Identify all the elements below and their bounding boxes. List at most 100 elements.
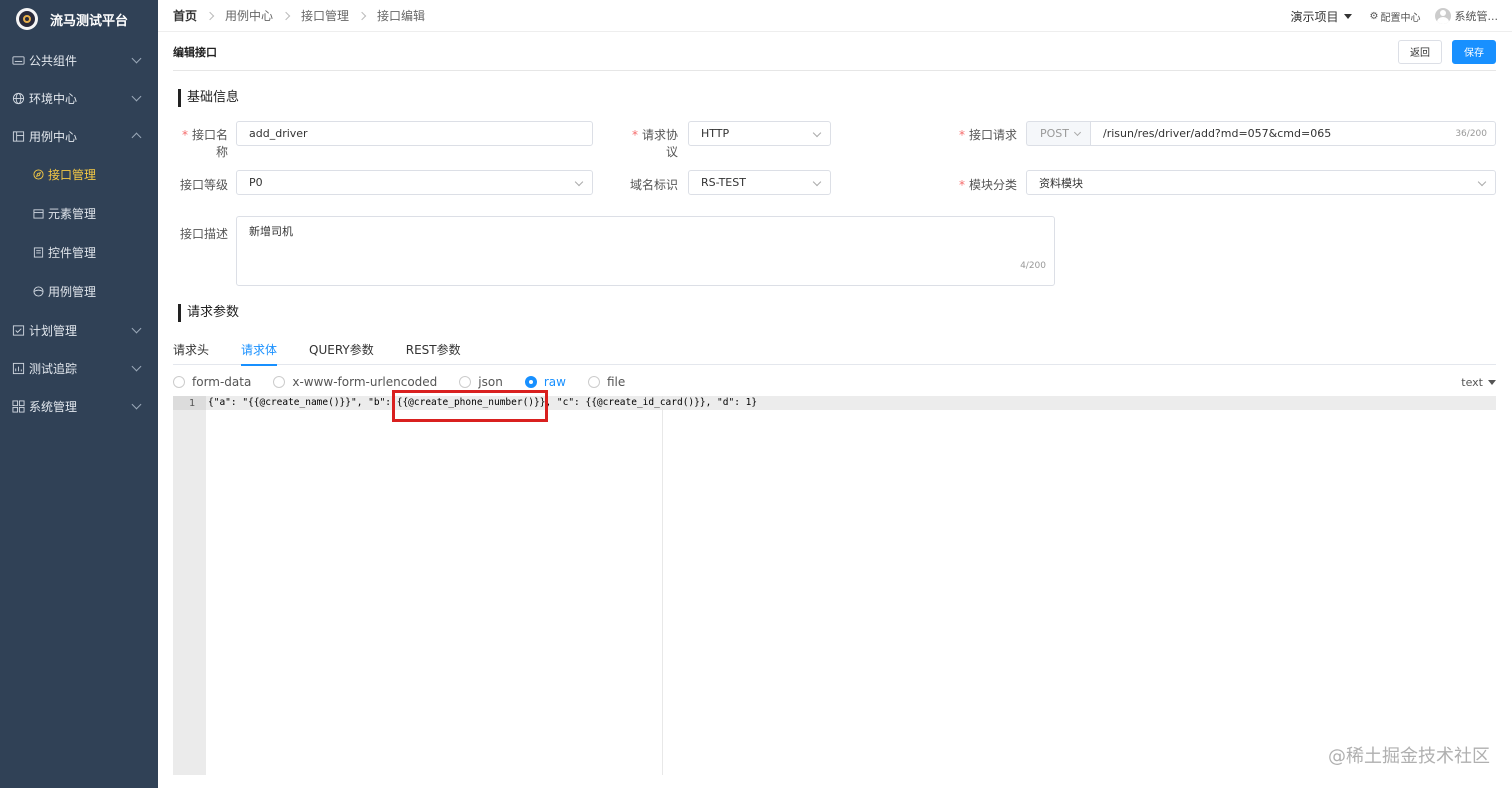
method-select[interactable]: POST [1026,121,1090,146]
required-asterisk: * [958,178,965,192]
module-value: 资料模块 [1039,176,1083,190]
module-label: * 模块分类 [958,176,1017,193]
topbar-right: 演示项目 ⚙ 配置中心 系统管... [1291,0,1498,32]
radio-circle [587,376,600,388]
module-label-text: 模块分类 [968,178,1017,192]
url-input[interactable]: /risun/res/driver/add?md=057&cmd=065 36/2… [1090,121,1496,146]
tab-body[interactable]: 请求体 [241,334,278,366]
caret-down-icon [1488,380,1496,385]
save-button[interactable]: 保存 [1452,39,1496,64]
sidebar-item-label: 公共组件 [29,53,78,68]
globe-icon [12,92,25,104]
code-editor[interactable]: 1 {"a": "{{@create_name()}}", "b": {{@cr… [173,396,1496,775]
user-menu[interactable]: 系统管... [1434,8,1499,24]
brand[interactable]: 流马测试平台 [0,0,158,38]
required-asterisk: * [181,128,188,142]
chevron-down-icon [574,177,584,187]
chevron-down-icon [131,91,142,102]
user-name: 系统管... [1454,10,1499,23]
level-select[interactable]: P0 [236,170,593,195]
sidebar: 流马测试平台 公共组件 环境中心 用例中心 接口管理 元素管理 控件管理 用例管… [0,0,158,788]
layout-icon [12,130,25,142]
sidebar-item-case-center[interactable]: 用例中心 [0,117,158,155]
config-center-link[interactable]: ⚙ 配置中心 [1370,9,1421,24]
print-margin [662,396,663,775]
radio-urlencoded[interactable]: x-www-form-urlencoded [273,375,437,389]
sidebar-item-env-center[interactable]: 环境中心 [0,79,158,117]
required-asterisk: * [958,128,965,142]
breadcrumb-api-management[interactable]: 接口管理 [301,7,349,24]
radio-form-data[interactable]: form-data [173,375,251,389]
desc-label: 接口描述 [179,227,228,241]
protocol-value: HTTP [701,127,730,140]
radio-circle [273,376,286,388]
api-name-value: add_driver [249,127,308,140]
annotation-highlight-box [392,390,548,422]
back-button[interactable]: 返回 [1398,39,1442,64]
report-icon [12,362,25,374]
breadcrumb-home[interactable]: 首页 [173,7,197,24]
radio-label: file [606,375,626,389]
sidebar-subitem-control-management[interactable]: 控件管理 [0,233,158,272]
caret-down-icon [1343,13,1352,19]
sidebar-subitem-case-management[interactable]: 用例管理 [0,272,158,311]
watermark: @稀土掘金技术社区 [1328,746,1490,767]
radio-label: form-data [192,375,252,389]
chevron-right-icon [281,11,291,20]
avatar-icon [1434,8,1451,24]
request-params-title: 请求参数 [178,304,239,322]
chevron-right-icon [357,11,367,20]
module-select[interactable]: 资料模块 [1026,170,1496,195]
project-selector[interactable]: 演示项目 [1291,8,1352,25]
project-name: 演示项目 [1290,9,1339,24]
chevron-down-icon [131,399,142,410]
chevron-down-icon [1477,177,1487,187]
radio-json[interactable]: json [459,375,503,389]
radio-circle [173,376,185,388]
required-asterisk: * [631,128,638,142]
sidebar-item-plan-management[interactable]: 计划管理 [0,311,158,349]
domain-value: RS-TEST [701,176,746,189]
line-number: 1 [188,398,195,409]
tab-query[interactable]: QUERY参数 [309,334,374,365]
tab-headers[interactable]: 请求头 [173,334,209,365]
editor-mode-select[interactable]: text [1461,376,1496,389]
page-header: 编辑接口 返回 保存 [173,33,1496,71]
config-center-label: 配置中心 [1380,12,1421,24]
radio-label: raw [543,375,566,389]
app-title: 流马测试平台 [50,13,129,29]
level-value: P0 [249,176,263,189]
editor-gutter [173,396,206,775]
chevron-down-icon [131,361,142,372]
document-icon [33,247,44,258]
radio-label: json [478,375,503,389]
tab-rest[interactable]: REST参数 [406,334,461,365]
radio-file[interactable]: file [587,375,626,389]
param-tabs: 请求头 请求体 QUERY参数 REST参数 [173,334,1496,366]
basic-info-title: 基础信息 [178,89,239,107]
sidebar-subitem-label: 控件管理 [48,246,97,260]
sidebar-subitem-label: 元素管理 [48,207,97,221]
sidebar-item-system-management[interactable]: 系统管理 [0,387,158,425]
api-name-input[interactable]: add_driver [236,121,593,146]
basketball-icon [33,286,44,297]
breadcrumb-case-center[interactable]: 用例中心 [225,7,273,24]
protocol-select[interactable]: HTTP [688,121,831,146]
url-value: /risun/res/driver/add?md=057&cmd=065 [1103,127,1332,140]
desc-textarea[interactable]: 新增司机 4/200 [236,216,1055,286]
keyboard-icon [12,55,25,65]
radio-label: x-www-form-urlencoded [292,375,438,389]
radio-circle [459,376,472,388]
radio-raw[interactable]: raw [524,375,566,389]
domain-select[interactable]: RS-TEST [688,170,831,195]
sidebar-item-test-tracking[interactable]: 测试追踪 [0,349,158,387]
radio-circle [524,376,537,388]
url-char-counter: 36/200 [1455,128,1487,139]
sidebar-subitem-element-management[interactable]: 元素管理 [0,194,158,233]
sidebar-subitem-api-management[interactable]: 接口管理 [0,155,158,194]
method-value: POST [1040,127,1069,140]
sidebar-item-public-components[interactable]: 公共组件 [0,41,158,79]
request-label-text: 接口请求 [968,128,1017,142]
chevron-down-icon [131,53,142,64]
topbar: 首页 用例中心 接口管理 接口编辑 演示项目 ⚙ 配置中心 系统管... [158,0,1512,32]
